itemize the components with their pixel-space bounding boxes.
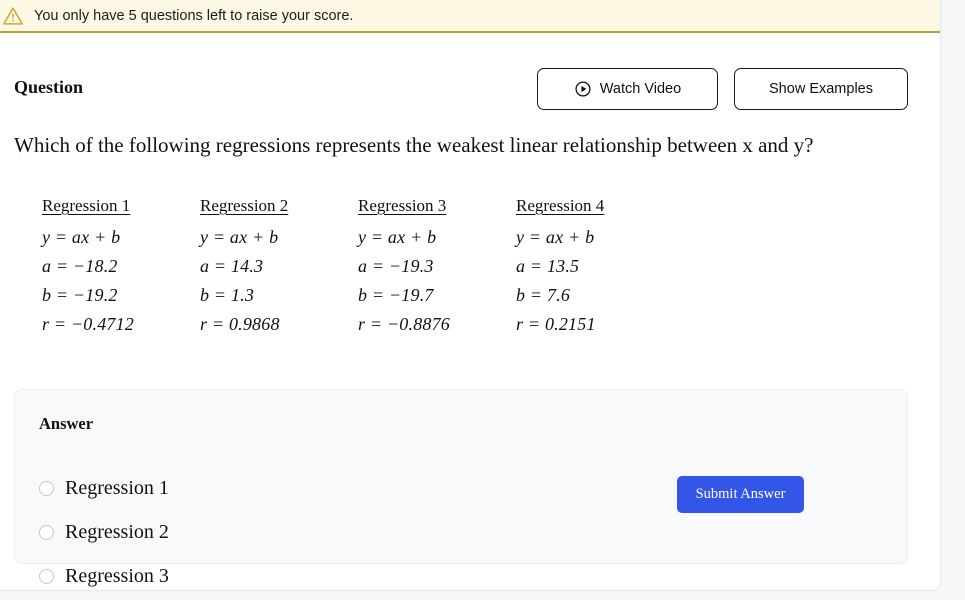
regression-intercept: b = 1.3 — [200, 285, 255, 306]
regression-slope: a = 14.3 — [200, 256, 264, 277]
radio-icon[interactable] — [39, 568, 54, 584]
regression-equation: y = ax + b — [516, 227, 595, 247]
regression-correlation: r = 0.2151 — [516, 314, 596, 335]
radio-icon[interactable] — [39, 524, 54, 540]
regression-intercept: b = −19.2 — [42, 285, 118, 306]
play-circle-icon — [575, 81, 591, 97]
regression-heading: Regression 1 — [42, 196, 131, 215]
regression-correlation: r = 0.9868 — [200, 314, 280, 335]
regression-slope: a = 13.5 — [516, 256, 580, 277]
answer-choice-group: Regression 1 Regression 2 Regression 3 R… — [39, 466, 669, 590]
answer-choice-label: Regression 1 — [65, 476, 169, 499]
regression-equation: y = ax + b — [358, 227, 437, 247]
answer-section-title: Answer — [39, 414, 94, 433]
regression-equation: y = ax + b — [200, 227, 279, 247]
regression-heading: Regression 4 — [516, 196, 605, 215]
answer-panel: Answer Regression 1 Regression 2 Regress… — [14, 389, 908, 587]
regression-heading: Regression 2 — [200, 196, 289, 215]
regression-equation: y = ax + b — [42, 227, 121, 247]
answer-choice-label: Regression 3 — [65, 564, 169, 587]
regression-column: Regression 1 y = ax + b a = −18.2 b = −1… — [42, 196, 200, 340]
regression-column: Regression 2 y = ax + b a = 14.3 b = 1.3… — [200, 196, 358, 340]
regression-column: Regression 4 y = ax + b a = 13.5 b = 7.6… — [516, 196, 674, 340]
question-header: Question Watch Video Show Examples — [0, 60, 940, 120]
regression-intercept: b = 7.6 — [516, 285, 571, 306]
regression-column: Regression 3 y = ax + b a = −19.3 b = −1… — [358, 196, 516, 340]
answer-choice-label: Regression 2 — [65, 520, 169, 543]
show-examples-label: Show Examples — [769, 81, 873, 97]
regression-slope: a = −19.3 — [358, 256, 434, 277]
content-card: You only have 5 questions left to raise … — [0, 0, 941, 591]
question-prompt: Which of the following regressions repre… — [14, 133, 814, 157]
watch-video-label: Watch Video — [599, 81, 682, 97]
warning-banner: You only have 5 questions left to raise … — [0, 0, 940, 33]
submit-answer-button[interactable]: Submit Answer — [677, 476, 804, 513]
warning-banner-text: You only have 5 questions left to raise … — [34, 7, 354, 24]
regression-correlation: r = −0.4712 — [42, 314, 134, 335]
regression-list: Regression 1 y = ax + b a = −18.2 b = −1… — [42, 196, 674, 340]
radio-icon[interactable] — [39, 480, 54, 496]
answer-choice-regression-1[interactable]: Regression 1 — [39, 466, 356, 510]
answer-choice-regression-3[interactable]: Regression 3 — [39, 554, 356, 590]
regression-correlation: r = −0.8876 — [358, 314, 450, 335]
regression-heading: Regression 3 — [358, 196, 447, 215]
regression-intercept: b = −19.7 — [358, 285, 434, 306]
show-examples-button[interactable]: Show Examples — [734, 68, 908, 110]
watch-video-button[interactable]: Watch Video — [537, 68, 718, 110]
warning-triangle-icon — [3, 6, 23, 25]
answer-choice-regression-2[interactable]: Regression 2 — [39, 510, 356, 554]
page-title: Question — [14, 77, 84, 97]
page-root: You only have 5 questions left to raise … — [0, 0, 965, 600]
regression-slope: a = −18.2 — [42, 256, 118, 277]
